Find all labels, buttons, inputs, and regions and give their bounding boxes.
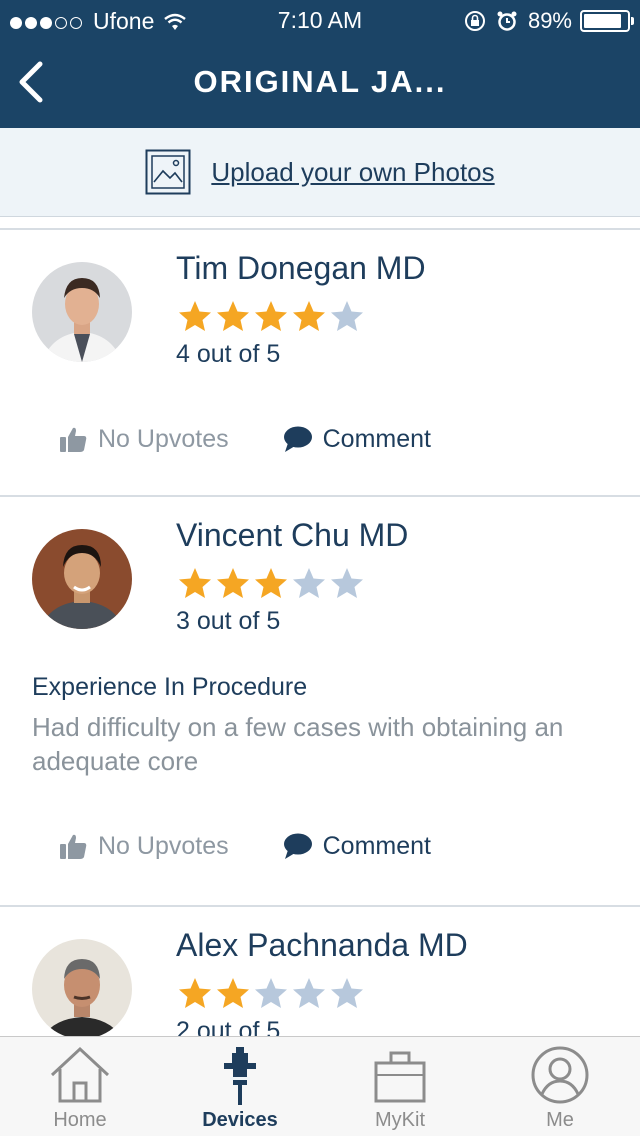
rating-text: 2 out of 5 <box>176 1017 281 1036</box>
tab-devices[interactable]: Devices <box>160 1037 320 1136</box>
comment-icon <box>283 833 312 859</box>
rating-stars <box>176 300 366 332</box>
tab-mykit[interactable]: MyKit <box>320 1037 480 1136</box>
star-empty-icon <box>331 568 363 598</box>
photo-icon <box>145 149 191 195</box>
thumbs-up-icon <box>60 427 87 452</box>
doctor-name: Alex Pachnanda MD <box>176 927 468 963</box>
review-text: Had difficulty on a few cases with obtai… <box>32 712 564 776</box>
comment-icon <box>283 426 312 452</box>
review-card: Tim Donegan MD 4 out of 5 No Upvotes Com… <box>0 230 640 497</box>
comment-label: Comment <box>322 424 431 453</box>
rating-text: 3 out of 5 <box>176 607 281 635</box>
nav-bar: ORIGINAL JA... <box>0 40 640 128</box>
mykit-icon <box>374 1051 426 1103</box>
rotation-lock-icon <box>464 11 485 31</box>
star-filled-icon <box>255 568 287 598</box>
page-title: ORIGINAL JA... <box>193 64 447 99</box>
alarm-icon <box>497 11 517 31</box>
divider <box>0 216 640 217</box>
star-filled-icon <box>293 301 325 331</box>
doctor-name: Vincent Chu MD <box>176 517 409 553</box>
tab-label: Home <box>53 1109 107 1131</box>
rating-stars <box>176 567 366 599</box>
user-icon <box>531 1046 589 1104</box>
upvote-button[interactable]: No Upvotes <box>58 831 229 861</box>
upvote-button[interactable]: No Upvotes <box>58 424 229 454</box>
comment-label: Comment <box>322 831 431 860</box>
review-card: Vincent Chu MD 3 out of 5 Experience In … <box>0 497 640 907</box>
tab-bar: Home Devices MyKit Me <box>0 1036 640 1136</box>
avatar <box>32 262 132 362</box>
star-filled-icon <box>179 568 211 598</box>
doctor-name: Tim Donegan MD <box>176 250 426 286</box>
review-title: Experience In Procedure <box>32 673 308 701</box>
tab-label: Me <box>546 1109 574 1131</box>
avatar <box>32 939 132 1036</box>
review-card: Alex Pachnanda MD 2 out of 5 <box>0 907 640 1036</box>
status-bar: Ufone 7:10 AM 89% <box>0 0 640 40</box>
star-filled-icon <box>179 978 211 1008</box>
upvote-label: No Upvotes <box>98 424 229 453</box>
devices-icon <box>224 1047 256 1105</box>
star-filled-icon <box>179 301 211 331</box>
star-filled-icon <box>255 301 287 331</box>
rating-stars <box>176 977 366 1009</box>
upvote-label: No Upvotes <box>98 831 229 860</box>
star-filled-icon <box>217 978 249 1008</box>
star-filled-icon <box>217 568 249 598</box>
star-filled-icon <box>217 301 249 331</box>
star-empty-icon <box>293 568 325 598</box>
avatar <box>32 529 132 629</box>
star-empty-icon <box>331 301 363 331</box>
upload-banner[interactable]: Upload your own Photos <box>0 128 640 216</box>
comment-button[interactable]: Comment <box>283 425 431 454</box>
tab-label: MyKit <box>375 1109 425 1131</box>
battery-percent: 89% <box>527 8 572 33</box>
rating-text: 4 out of 5 <box>176 340 281 368</box>
home-icon <box>50 1046 110 1103</box>
upload-photos-link[interactable]: Upload your own Photos <box>211 157 494 188</box>
star-empty-icon <box>331 978 363 1008</box>
star-empty-icon <box>293 978 325 1008</box>
tab-label: Devices <box>202 1109 278 1131</box>
comment-button[interactable]: Comment <box>283 832 431 861</box>
star-empty-icon <box>255 978 287 1008</box>
top-bar: Ufone 7:10 AM 89% ORIGINAL JA... <box>0 0 640 128</box>
thumbs-up-icon <box>60 834 87 859</box>
tab-me[interactable]: Me <box>480 1037 640 1136</box>
battery-icon <box>580 10 634 32</box>
tab-home[interactable]: Home <box>0 1037 160 1136</box>
